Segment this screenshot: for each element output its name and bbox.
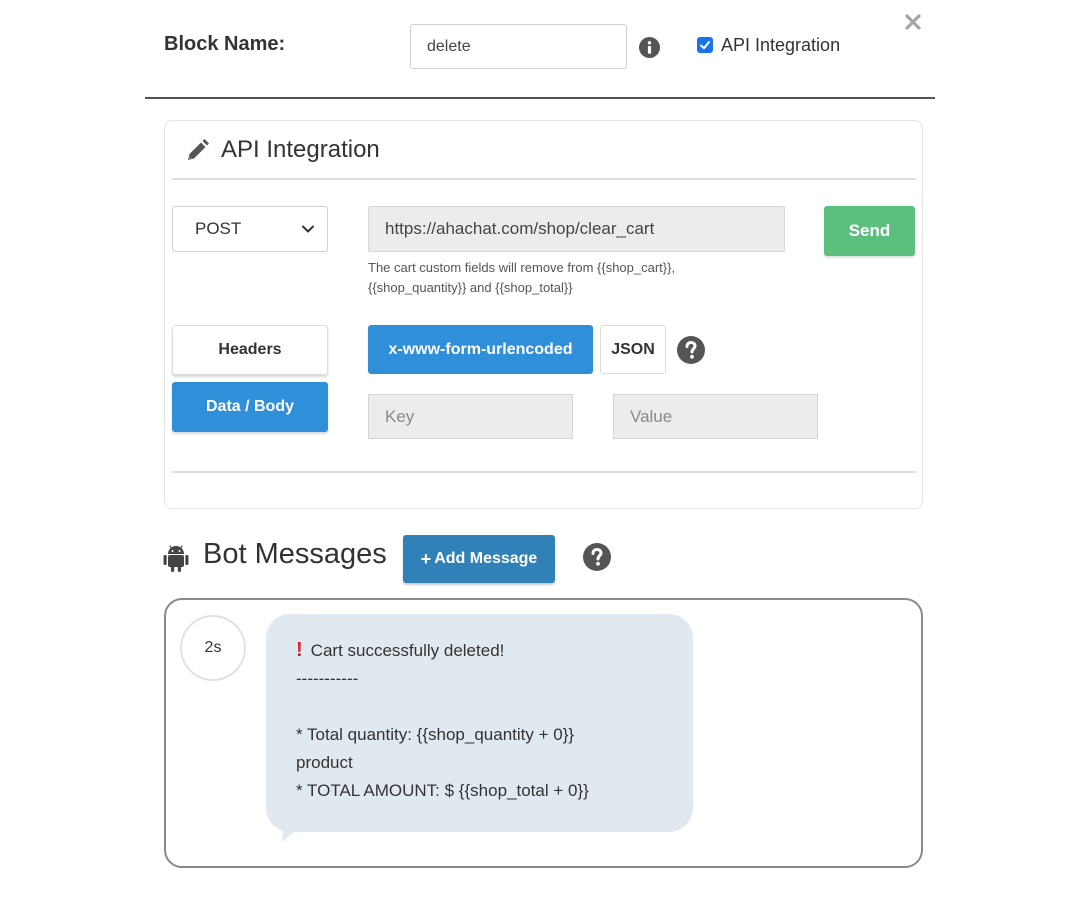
panel-divider [172,178,916,180]
android-icon [163,545,189,572]
add-message-button[interactable]: + Add Message [403,535,555,583]
api-integration-checkbox[interactable]: API Integration [697,33,840,57]
api-integration-title: API Integration [221,136,380,163]
question-circle-icon[interactable] [583,543,611,571]
key-input[interactable] [368,394,573,439]
data-body-tab[interactable]: Data / Body [172,382,328,432]
chevron-down-icon [302,225,314,233]
api-integration-checkbox-label: API Integration [721,34,841,55]
headers-tab[interactable]: Headers [172,325,328,375]
url-input[interactable] [368,206,785,252]
bot-messages-title: Bot Messages [203,538,387,570]
http-method-value: POST [195,219,242,238]
block-name-label: Block Name: [164,33,286,55]
delay-indicator[interactable]: 2s [180,615,246,681]
question-circle-icon[interactable] [677,336,705,364]
block-name-input[interactable] [410,24,627,69]
urlencoded-button[interactable]: x-www-form-urlencoded [368,325,593,374]
message-line-3 [296,693,663,721]
message-line-5: product [296,753,353,772]
pencil-icon [188,139,209,160]
value-input[interactable] [613,394,818,439]
checkbox-checked-icon[interactable] [697,37,713,53]
add-message-label: Add Message [434,550,538,567]
message-bubble[interactable]: ! Cart successfully deleted! ----------- … [266,614,693,832]
message-line-6: * TOTAL AMOUNT: $ {{shop_total + 0}} [296,781,589,800]
http-method-select[interactable]: POST [172,206,328,252]
exclamation-icon: ! [296,639,303,661]
url-help-text: The cart custom fields will remove from … [368,260,676,295]
message-line-4: * Total quantity: {{shop_quantity + 0}} [296,725,575,744]
close-icon[interactable] [903,12,923,32]
json-button[interactable]: JSON [600,325,666,374]
panel-bottom-divider [172,471,916,473]
message-line-1: ! Cart successfully deleted! [296,639,505,661]
plus-icon: + [420,548,432,569]
header-divider [145,97,935,99]
message-line-2: ----------- [296,669,359,688]
send-button[interactable]: Send [824,206,915,256]
info-icon[interactable] [639,37,660,58]
